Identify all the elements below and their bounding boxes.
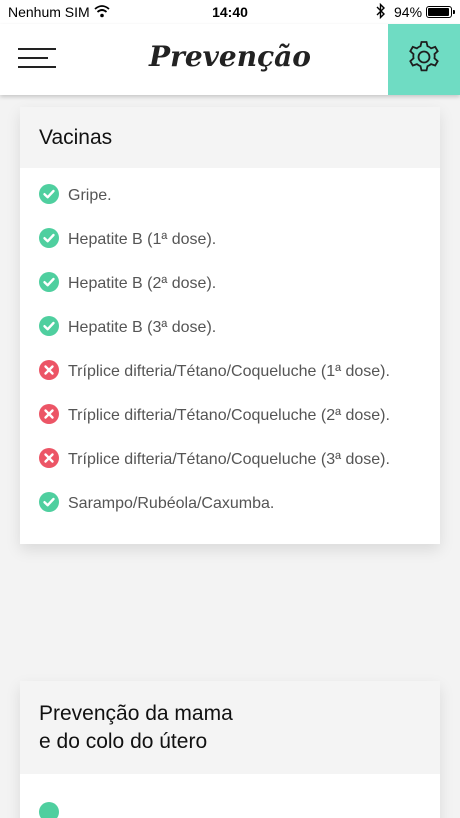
check-circle-icon [39, 802, 59, 818]
check-circle-icon [39, 184, 59, 204]
vaccine-item: Hepatite B (1ª dose). [39, 226, 421, 254]
vaccine-label: Sarampo/Rubéola/Caxumba. [68, 495, 275, 512]
gear-icon [406, 39, 442, 80]
breast-prevention-card-title: Prevenção da mama e do colo do útero [20, 681, 440, 774]
check-circle-icon [39, 272, 59, 292]
status-bar: Nenhum SIM 14:40 94% [0, 0, 460, 24]
vaccine-item: Gripe. [39, 182, 421, 210]
vaccine-label: Tríplice difteria/Tétano/Coqueluche (1ª … [68, 363, 390, 380]
battery-icon [426, 6, 455, 18]
clock: 14:40 [212, 4, 248, 20]
check-circle-icon [39, 316, 59, 336]
check-circle-icon [39, 492, 59, 512]
x-circle-icon [39, 360, 59, 380]
vaccine-label: Gripe. [68, 187, 112, 204]
battery-percentage: 94% [394, 4, 423, 20]
vaccine-label: Tríplice difteria/Tétano/Coqueluche (2ª … [68, 407, 390, 424]
vaccine-label: Hepatite B (3ª dose). [68, 319, 217, 336]
breast-prevention-title-line1: Prevenção da mama [39, 701, 233, 725]
settings-button[interactable] [388, 24, 460, 95]
x-circle-icon [39, 448, 59, 468]
vaccines-card-title: Vacinas [20, 107, 440, 168]
app-header: Prevenção [0, 24, 460, 95]
vaccine-item: Tríplice difteria/Tétano/Coqueluche (1ª … [39, 358, 421, 386]
vaccine-label: Hepatite B (1ª dose). [68, 231, 217, 248]
vaccine-item: Hepatite B (3ª dose). [39, 314, 421, 342]
x-circle-icon [39, 404, 59, 424]
content-area[interactable]: Vacinas Gripe. Hepatite B (1ª dose). Hepat… [0, 95, 460, 818]
list-item [39, 800, 421, 818]
vaccine-item: Tríplice difteria/Tétano/Coqueluche (3ª … [39, 446, 421, 474]
breast-prevention-title-line2: e do colo do útero [39, 729, 208, 753]
bluetooth-icon [376, 2, 386, 22]
vaccine-item: Sarampo/Rubéola/Caxumba. [39, 490, 421, 518]
vaccines-card: Vacinas Gripe. Hepatite B (1ª dose). Hepat… [20, 107, 440, 544]
vaccine-item: Hepatite B (2ª dose). [39, 270, 421, 298]
check-circle-icon [39, 228, 59, 248]
vaccine-label: Hepatite B (2ª dose). [68, 275, 217, 292]
vaccine-list: Gripe. Hepatite B (1ª dose). Hepatite B (2… [39, 168, 421, 544]
vaccine-item: Tríplice difteria/Tétano/Coqueluche (2ª … [39, 402, 421, 430]
breast-prevention-card: Prevenção da mama e do colo do útero [20, 681, 440, 818]
vaccine-label: Tríplice difteria/Tétano/Coqueluche (3ª … [68, 451, 390, 468]
